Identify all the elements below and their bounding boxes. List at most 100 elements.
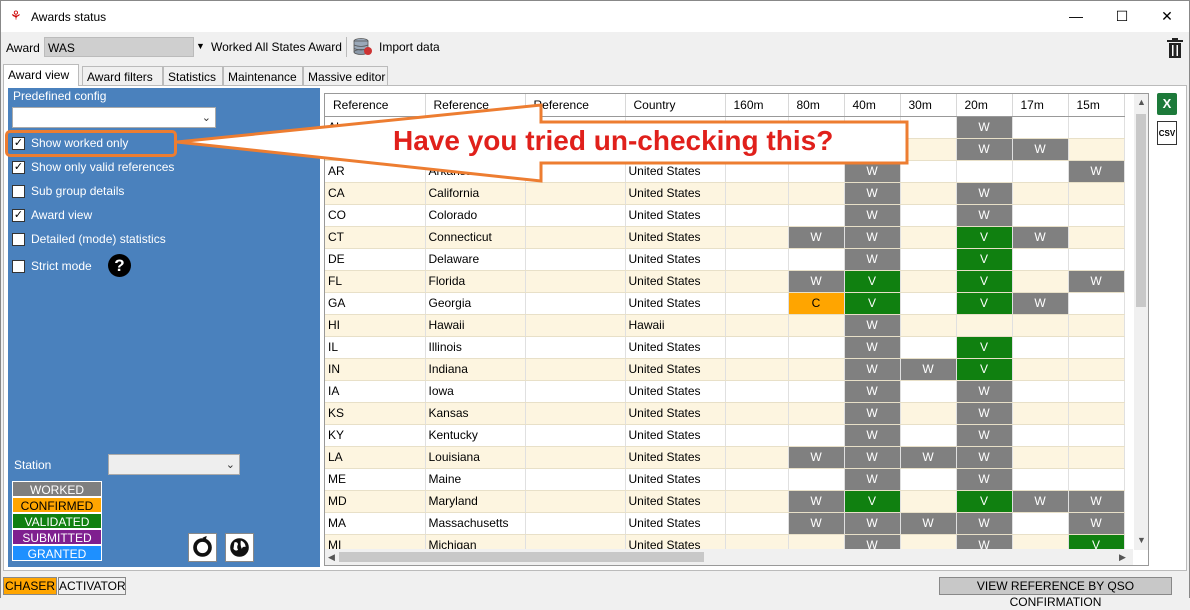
table-row[interactable]: LA Louisiana United States W W W W	[325, 446, 1125, 469]
band-cell[interactable]	[725, 292, 789, 315]
globe-icon[interactable]	[225, 533, 254, 562]
band-cell[interactable]	[788, 204, 845, 227]
table-cell[interactable]: United States	[625, 336, 726, 359]
column-header[interactable]: Reference	[525, 94, 626, 117]
table-cell[interactable]: United States	[625, 182, 726, 205]
band-cell[interactable]: V	[956, 248, 1013, 271]
band-cell[interactable]	[1068, 424, 1125, 447]
band-cell[interactable]: W	[956, 424, 1013, 447]
column-header[interactable]: 160m	[725, 94, 789, 117]
band-cell[interactable]	[844, 138, 901, 161]
table-row[interactable]: IA Iowa United States W W	[325, 380, 1125, 403]
table-cell[interactable]: United States	[625, 358, 726, 381]
column-header[interactable]: 15m	[1068, 94, 1125, 117]
band-cell[interactable]	[900, 226, 957, 249]
table-row[interactable]: MA Massachusetts United States W W W W W	[325, 512, 1125, 535]
scroll-left-icon[interactable]: ◀	[328, 552, 335, 563]
band-cell[interactable]: W	[956, 116, 1013, 139]
table-cell[interactable]: IA	[325, 380, 426, 403]
trash-icon[interactable]	[1166, 37, 1184, 59]
band-cell[interactable]: W	[844, 314, 901, 337]
table-cell[interactable]: FL	[325, 270, 426, 293]
band-cell[interactable]	[725, 424, 789, 447]
band-cell[interactable]	[900, 336, 957, 359]
band-cell[interactable]	[900, 160, 957, 183]
predefined-config-select[interactable]: ⌄	[12, 107, 216, 128]
table-cell[interactable]: Georgia	[425, 292, 526, 315]
scroll-right-icon[interactable]: ▶	[1119, 552, 1126, 563]
band-cell[interactable]: W	[844, 182, 901, 205]
view-reference-button[interactable]: VIEW REFERENCE BY QSO CONFIRMATION	[939, 577, 1172, 609]
band-cell[interactable]	[900, 182, 957, 205]
tab-massive-editor[interactable]: Massive editor	[303, 66, 388, 85]
band-cell[interactable]: V	[844, 292, 901, 315]
table-cell[interactable]: Delaware	[425, 248, 526, 271]
band-cell[interactable]	[1068, 248, 1125, 271]
band-cell[interactable]	[900, 380, 957, 403]
band-cell[interactable]	[788, 358, 845, 381]
table-cell[interactable]: United States	[625, 226, 726, 249]
band-cell[interactable]	[900, 248, 957, 271]
table-cell[interactable]	[525, 490, 626, 513]
table-cell[interactable]	[525, 314, 626, 337]
table-row[interactable]: GA Georgia United States C V V W	[325, 292, 1125, 315]
band-cell[interactable]: W	[956, 402, 1013, 425]
band-cell[interactable]	[788, 160, 845, 183]
table-cell[interactable]: Illinois	[425, 336, 526, 359]
horizontal-scrollbar[interactable]: ◀ ▶	[325, 549, 1133, 565]
table-cell[interactable]	[525, 358, 626, 381]
band-cell[interactable]: W	[844, 358, 901, 381]
band-cell[interactable]	[788, 182, 845, 205]
band-cell[interactable]	[725, 336, 789, 359]
help-icon[interactable]: ?	[108, 254, 131, 277]
band-cell[interactable]	[788, 424, 845, 447]
band-cell[interactable]: V	[956, 270, 1013, 293]
band-cell[interactable]	[1068, 446, 1125, 469]
band-cell[interactable]	[725, 314, 789, 337]
table-cell[interactable]: Massachusetts	[425, 512, 526, 535]
band-cell[interactable]: W	[956, 182, 1013, 205]
table-row[interactable]: MD Maryland United States W V V W W	[325, 490, 1125, 513]
import-data-button[interactable]: Import data	[379, 40, 440, 54]
band-cell[interactable]	[1012, 380, 1069, 403]
table-cell[interactable]	[525, 424, 626, 447]
tab-award-filters[interactable]: Award filters	[82, 66, 163, 85]
band-cell[interactable]: W	[788, 226, 845, 249]
band-cell[interactable]: W	[844, 446, 901, 469]
table-cell[interactable]: MA	[325, 512, 426, 535]
scroll-down-icon[interactable]: ▼	[1137, 535, 1146, 545]
band-cell[interactable]	[1012, 160, 1069, 183]
table-cell[interactable]	[525, 402, 626, 425]
band-cell[interactable]	[1012, 468, 1069, 491]
checkbox[interactable]: ✓	[12, 209, 25, 222]
band-cell[interactable]: W	[956, 138, 1013, 161]
band-cell[interactable]	[1068, 116, 1125, 139]
band-cell[interactable]: W	[844, 204, 901, 227]
band-cell[interactable]	[1068, 380, 1125, 403]
band-cell[interactable]	[1068, 204, 1125, 227]
tab-award-view[interactable]: Award view	[3, 64, 79, 86]
band-cell[interactable]: W	[788, 446, 845, 469]
checkbox[interactable]	[12, 185, 25, 198]
band-cell[interactable]: W	[844, 424, 901, 447]
band-cell[interactable]	[788, 314, 845, 337]
excel-export-icon[interactable]: X	[1157, 93, 1177, 115]
table-cell[interactable]: California	[425, 182, 526, 205]
band-cell[interactable]: W	[788, 512, 845, 535]
band-cell[interactable]	[1068, 226, 1125, 249]
band-cell[interactable]	[1012, 270, 1069, 293]
column-header[interactable]: Country	[625, 94, 726, 117]
maximize-button[interactable]: ☐	[1099, 1, 1145, 32]
band-cell[interactable]: W	[844, 512, 901, 535]
table-cell[interactable]: Indiana	[425, 358, 526, 381]
chaser-button[interactable]: CHASER	[3, 577, 57, 595]
band-cell[interactable]	[900, 270, 957, 293]
checkbox[interactable]	[12, 260, 25, 273]
band-cell[interactable]	[788, 336, 845, 359]
table-cell[interactable]: GA	[325, 292, 426, 315]
database-icon[interactable]	[353, 38, 373, 56]
scroll-thumb[interactable]	[339, 552, 704, 562]
table-cell[interactable]: United States	[625, 490, 726, 513]
table-cell[interactable]	[525, 204, 626, 227]
band-cell[interactable]	[900, 490, 957, 513]
